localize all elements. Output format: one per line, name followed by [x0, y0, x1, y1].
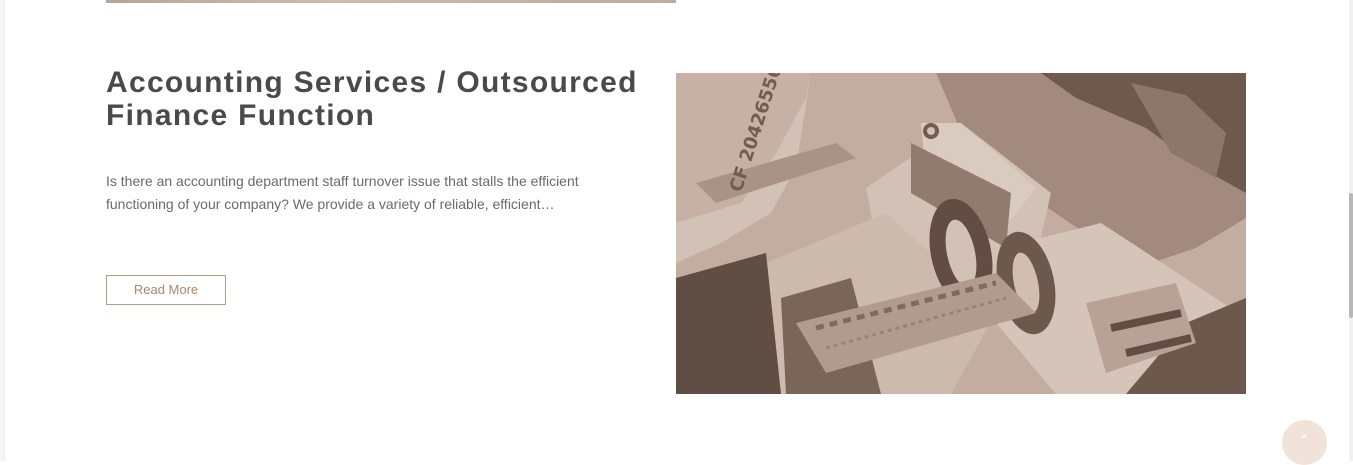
back-to-top-button[interactable]: ⌃ [1282, 420, 1327, 465]
article-feature-image[interactable]: CF 20426556 [676, 73, 1246, 394]
read-more-button[interactable]: Read More [106, 275, 226, 305]
article-title[interactable]: Accounting Services / Outsourced Finance… [106, 66, 666, 132]
money-image: CF 20426556 [676, 73, 1246, 394]
page-left-border [0, 0, 5, 461]
page-scrollbar-thumb[interactable] [1349, 193, 1353, 318]
article-excerpt: Is there an accounting department staff … [106, 173, 579, 212]
previous-article-image-edge [106, 0, 676, 3]
chevron-up-icon: ⌃ [1298, 433, 1311, 449]
